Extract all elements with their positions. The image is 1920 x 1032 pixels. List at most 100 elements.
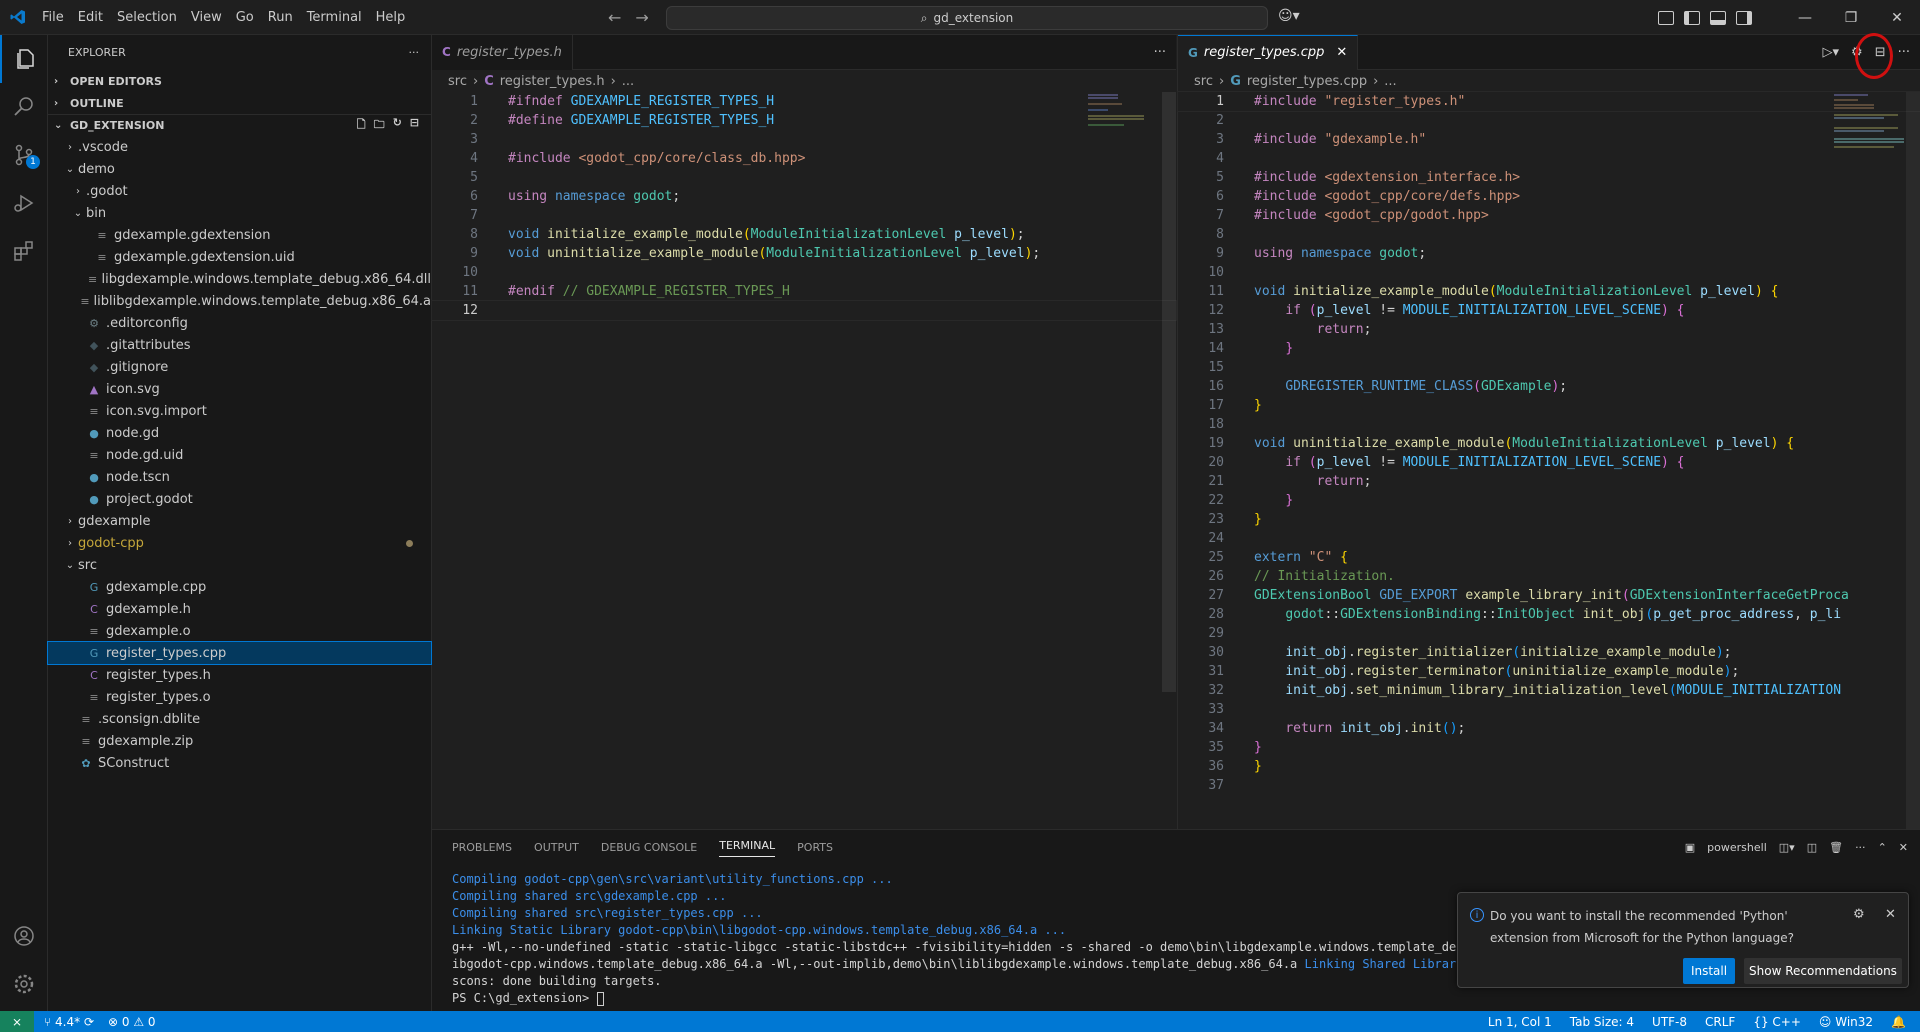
menu-view[interactable]: View [184, 0, 229, 35]
trash-icon[interactable]: 🗑 [1829, 841, 1843, 854]
tree-item[interactable]: ✿ SConstruct [48, 752, 431, 774]
open-editors-section[interactable]: › OPEN EDITORS [48, 70, 431, 92]
tree-item[interactable]: ● node.tscn [48, 466, 431, 488]
customize-layout-icon[interactable] [1658, 10, 1674, 25]
tree-item[interactable]: ● node.gd [48, 422, 431, 444]
search-icon[interactable] [0, 83, 48, 131]
code-editor[interactable]: 1 #ifndef GDEXAMPLE_REGISTER_TYPES_H 2 #def… [431, 92, 1177, 321]
tab-problems[interactable]: PROBLEMS [452, 841, 512, 854]
cursor-position[interactable]: Ln 1, Col 1 [1488, 1015, 1552, 1029]
remote-icon[interactable]: ⨯ [0, 1011, 34, 1032]
tree-item[interactable]: ≡ .sconsign.dblite [48, 708, 431, 730]
collapse-all-icon[interactable]: ⊟ [410, 116, 419, 135]
platform[interactable]: ☺ Win32 [1819, 1015, 1873, 1029]
tree-item[interactable]: ⚙ .editorconfig [48, 312, 431, 334]
tree-item[interactable]: › gdexample [48, 510, 431, 532]
more-actions-icon[interactable]: ··· [1154, 45, 1166, 60]
tab-register-types-cpp[interactable]: G register_types.cpp ✕ [1178, 34, 1359, 70]
tree-item[interactable]: Cgdexample.h [48, 598, 431, 620]
notifications-bell-icon[interactable]: 🔔 [1891, 1015, 1906, 1029]
back-arrow-icon[interactable]: ← [608, 8, 621, 27]
line-ending[interactable]: CRLF [1705, 1015, 1735, 1029]
encoding[interactable]: UTF-8 [1652, 1015, 1687, 1029]
tree-item[interactable]: ● project.godot [48, 488, 431, 510]
breadcrumb-item[interactable]: ... [622, 74, 634, 89]
install-button[interactable]: Install [1683, 958, 1735, 984]
tree-item[interactable]: ≡ register_types.o [48, 686, 431, 708]
outline-section[interactable]: › OUTLINE [48, 92, 431, 114]
tab-terminal[interactable]: TERMINAL [719, 839, 776, 857]
more-actions-icon[interactable]: ··· [409, 46, 420, 59]
menu-run[interactable]: Run [261, 0, 300, 35]
breadcrumb-item[interactable]: src [448, 74, 467, 89]
new-folder-icon[interactable]: 🗀 [374, 116, 385, 135]
tree-item[interactable]: ▲ icon.svg [48, 378, 431, 400]
tree-item[interactable]: › .godot [48, 180, 431, 202]
accounts-icon[interactable] [0, 912, 48, 960]
more-actions-icon[interactable]: ··· [1898, 45, 1910, 60]
menu-edit[interactable]: Edit [71, 0, 110, 35]
tab-register-types-h[interactable]: C register_types.h [432, 34, 573, 70]
run-debug-dropdown-icon[interactable]: ▷▾ [1823, 45, 1840, 60]
tree-item[interactable]: ≡ gdexample.zip [48, 730, 431, 752]
menu-help[interactable]: Help [369, 0, 413, 35]
copilot-icon[interactable]: ☺▾ [1278, 8, 1300, 24]
menu-file[interactable]: File [35, 0, 71, 35]
scrollbar[interactable] [1906, 92, 1920, 832]
tree-item[interactable]: ≡ liblibgdexample.windows.template_debug.… [48, 290, 431, 312]
tree-item[interactable]: Cregister_types.h [48, 664, 431, 686]
tree-item[interactable]: › .vscode [48, 136, 431, 158]
minimap[interactable] [1834, 92, 1904, 162]
manage-gear-icon[interactable] [0, 960, 48, 1008]
language-mode[interactable]: {} C++ [1753, 1015, 1801, 1029]
forward-arrow-icon[interactable]: → [635, 8, 648, 27]
tree-item[interactable]: ◆ .gitattributes [48, 334, 431, 356]
tree-item[interactable]: ≡ node.gd.uid [48, 444, 431, 466]
toggle-secondary-sidebar-icon[interactable] [1736, 10, 1752, 25]
close-panel-icon[interactable]: ✕ [1899, 841, 1908, 854]
new-file-icon[interactable]: 🗋 [357, 116, 366, 135]
new-terminal-dropdown-icon[interactable]: ◫▾ [1779, 841, 1795, 854]
toggle-panel-icon[interactable] [1710, 10, 1726, 25]
tree-item[interactable]: › godot-cpp [48, 532, 431, 554]
toggle-primary-sidebar-icon[interactable] [1684, 10, 1700, 25]
tree-item[interactable]: ⌄ demo [48, 158, 431, 180]
tree-item[interactable]: ◆ .gitignore [48, 356, 431, 378]
tree-item[interactable]: Ggdexample.cpp [48, 576, 431, 598]
tab-size[interactable]: Tab Size: 4 [1570, 1015, 1634, 1029]
tree-item[interactable]: ≡ gdexample.gdextension.uid [48, 246, 431, 268]
scrollbar[interactable] [1162, 92, 1176, 692]
split-terminal-icon[interactable]: ◫ [1807, 841, 1817, 854]
breadcrumb-item[interactable]: register_types.cpp [1247, 74, 1367, 89]
tree-item[interactable]: ≡ gdexample.gdextension [48, 224, 431, 246]
command-center-search[interactable]: ⌕ gd_extension [666, 6, 1268, 30]
close-icon[interactable]: ✕ [1885, 907, 1896, 922]
problems-count[interactable]: ⊗ 0 ⚠ 0 [108, 1015, 156, 1029]
restore-button[interactable]: ❐ [1828, 0, 1874, 35]
close-window-button[interactable]: ✕ [1874, 0, 1920, 35]
tab-ports[interactable]: PORTS [797, 841, 833, 854]
extensions-icon[interactable] [0, 227, 48, 275]
source-control-icon[interactable]: 1 [0, 131, 48, 179]
refresh-icon[interactable]: ↻ [393, 116, 402, 135]
close-tab-icon[interactable]: ✕ [1336, 45, 1347, 60]
shell-name[interactable]: powershell [1707, 841, 1767, 854]
tree-item[interactable]: ≡ libgdexample.windows.template_debug.x86… [48, 268, 431, 290]
menu-go[interactable]: Go [229, 0, 261, 35]
more-actions-icon[interactable]: ··· [1855, 841, 1866, 854]
tab-debug-console[interactable]: DEBUG CONSOLE [601, 841, 697, 854]
tree-item[interactable]: ⌄ bin [48, 202, 431, 224]
minimize-button[interactable]: — [1782, 0, 1828, 35]
git-branch[interactable]: ⑂ 4.4* ⟳ [44, 1015, 94, 1029]
breadcrumb-item[interactable]: ... [1384, 74, 1396, 89]
breadcrumb-item[interactable]: register_types.h [500, 74, 605, 89]
tree-item[interactable]: ≡ icon.svg.import [48, 400, 431, 422]
explorer-icon[interactable] [0, 35, 48, 83]
run-debug-icon[interactable] [0, 179, 48, 227]
maximize-panel-icon[interactable]: ⌃ [1878, 841, 1887, 854]
tree-item[interactable]: ≡ gdexample.o [48, 620, 431, 642]
code-editor[interactable]: 1 #include "register_types.h" 2 3 #include "… [1177, 91, 1920, 795]
settings-gear-icon[interactable]: ⚙ [1853, 907, 1865, 922]
project-section[interactable]: ⌄ GD_EXTENSION 🗋 🗀 ↻ ⊟ [48, 114, 431, 136]
minimap[interactable] [1088, 92, 1160, 132]
